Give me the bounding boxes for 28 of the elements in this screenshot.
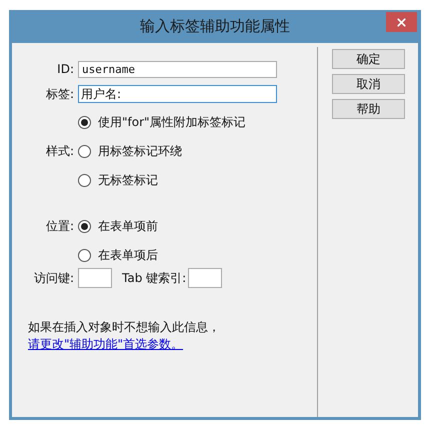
radio-label: 在表单项后 (98, 247, 158, 264)
radio-label: 无标签标记 (98, 172, 158, 189)
radio-button[interactable] (78, 220, 91, 232)
field-label: 访问键: (34, 271, 74, 285)
radio-button[interactable] (78, 144, 91, 158)
group-label: 样式: (46, 144, 74, 158)
preferences-link[interactable]: 请更改"辅助功能"首选参数。 (28, 337, 184, 351)
radio-label: 使用"for"属性附加标签标记 (98, 114, 246, 131)
group-label: 位置: (46, 219, 74, 233)
access-key-field[interactable] (78, 268, 112, 288)
tab-index-field[interactable] (188, 268, 222, 288)
dialog-button[interactable]: 帮助 (332, 99, 405, 119)
radio-button[interactable] (78, 174, 91, 186)
dialog-button[interactable]: 取消 (332, 74, 405, 94)
radio-label: 用标签标记环绕 (98, 143, 182, 160)
window-title: 输入标签辅助功能属性 (140, 16, 290, 38)
close-icon (395, 16, 408, 28)
id-field[interactable]: username (78, 60, 277, 78)
close-button[interactable] (386, 12, 417, 32)
radio-button[interactable] (78, 116, 91, 128)
radio-label: 在表单项前 (98, 218, 158, 235)
radio-button[interactable] (78, 248, 91, 262)
label-field[interactable]: 用户名: (78, 85, 277, 103)
dialog-button[interactable]: 确定 (332, 49, 405, 69)
field-label: ID: (57, 62, 74, 76)
note-text: 如果在插入对象时不想输入此信息， 请更改"辅助功能"首选参数。 (28, 319, 221, 353)
field-label: Tab 键索引: (122, 270, 186, 287)
field-label: 标签: (46, 87, 74, 101)
